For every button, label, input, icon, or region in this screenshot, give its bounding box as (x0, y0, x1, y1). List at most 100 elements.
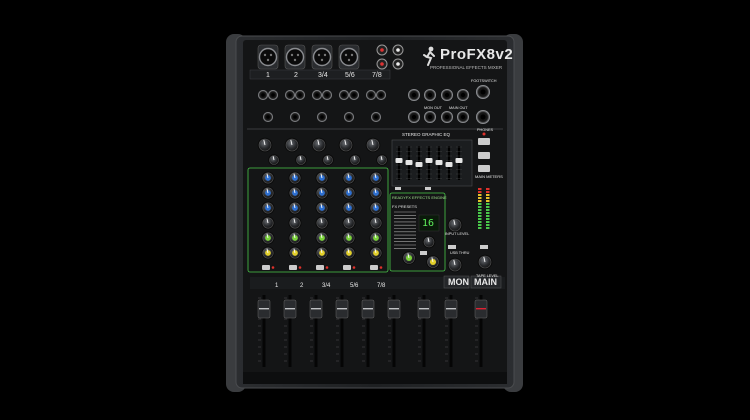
fx-engine-title: READYFX EFFECTS ENGINE (392, 195, 447, 200)
xlr-jack-1[interactable] (258, 47, 278, 67)
line-input-jack-b-4-hole[interactable] (379, 93, 383, 97)
return-jack-3-hole[interactable] (460, 114, 466, 120)
rca-center (396, 48, 400, 52)
xlr-pin (266, 58, 270, 62)
xlr-jack-2[interactable] (285, 47, 305, 67)
mode-button-2[interactable] (478, 165, 490, 172)
fader-cap-line-6[interactable] (419, 308, 429, 310)
meter-led-left-13 (478, 227, 482, 229)
line-input-jack-a-2-hole[interactable] (315, 93, 319, 97)
xlr-pin (344, 53, 348, 57)
line-input-jack-a-3-hole[interactable] (342, 93, 346, 97)
fader-label-mon: MON (448, 277, 469, 287)
channel-number-3-4: 3/4 (318, 72, 328, 79)
xlr-pin (293, 58, 297, 62)
phantom-button[interactable] (478, 138, 490, 145)
fader-label-1: 1 (275, 283, 279, 289)
return-jack-2-hole[interactable] (444, 114, 450, 120)
fader-cap-line-0[interactable] (259, 308, 269, 310)
output-jack-1-hole[interactable] (427, 92, 433, 98)
meter-led-right-2 (486, 194, 490, 196)
fader-label-main: MAIN (474, 277, 497, 287)
mute-button-4[interactable] (370, 265, 378, 270)
meter-led-right-6 (486, 206, 490, 208)
fader-cap-line-4[interactable] (363, 308, 373, 310)
fader-label-7-8: 7/8 (377, 283, 386, 289)
insert-jack-4-hole[interactable] (374, 115, 378, 119)
fader-cap-line-7[interactable] (446, 308, 456, 310)
xlr-pin (296, 53, 300, 57)
line-input-jack-a-1-hole[interactable] (288, 93, 292, 97)
brand-logo-icon (423, 46, 437, 66)
line-input-jack-b-2-hole[interactable] (325, 93, 329, 97)
mon-out-label: MON OUT (424, 106, 442, 110)
rca-center (380, 62, 384, 66)
geq-button[interactable] (425, 187, 431, 190)
xlr-pin (323, 53, 327, 57)
fader-cap-line-8[interactable] (476, 308, 486, 310)
fader-cap-line-2[interactable] (311, 308, 321, 310)
geq-fader-cap-2[interactable] (415, 162, 423, 167)
line-input-jack-b-0-hole[interactable] (271, 93, 275, 97)
fx-mute-button[interactable] (420, 251, 427, 255)
meter-led-left-10 (478, 218, 482, 220)
line-input-jack-a-4-hole[interactable] (369, 93, 373, 97)
xlr-jack-3[interactable] (312, 47, 332, 67)
input-level-label: INPUT LEVEL (445, 232, 470, 236)
mixer-photo (226, 34, 523, 392)
channel-number-2: 2 (294, 72, 298, 79)
main-out-label: MAIN OUT (449, 106, 468, 110)
meter-led-right-9 (486, 215, 490, 217)
channel-number-5-6: 5/6 (345, 72, 355, 79)
mode-button[interactable] (478, 152, 490, 159)
insert-jack-2-hole[interactable] (320, 115, 324, 119)
geq-fader-cap-0[interactable] (395, 158, 403, 163)
geq-fader-cap-6[interactable] (455, 158, 463, 163)
output-jack-2-hole[interactable] (444, 92, 450, 98)
usb-thru-label: USB THRU (450, 251, 470, 255)
xlr-pin (290, 53, 294, 57)
main-meters-title: MAIN METERS (475, 174, 503, 179)
rca-center (380, 48, 384, 52)
geq-fader-cap-5[interactable] (445, 162, 453, 167)
mute-button-2[interactable] (316, 265, 324, 270)
break-button[interactable] (480, 245, 488, 249)
geq-fader-cap-3[interactable] (425, 158, 433, 163)
meter-led-right-3 (486, 197, 490, 199)
meter-led-right-0 (486, 188, 490, 190)
mute-button-0[interactable] (262, 265, 270, 270)
fader-cap-line-5[interactable] (389, 308, 399, 310)
line-input-jack-b-1-hole[interactable] (298, 93, 302, 97)
fader-label-2: 2 (300, 283, 304, 289)
phones-label: PHONES (477, 128, 494, 132)
phones-jack-hole[interactable] (480, 114, 486, 120)
fader-cap-line-1[interactable] (285, 308, 295, 310)
meter-led-left-3 (478, 197, 482, 199)
insert-jack-1-hole[interactable] (293, 115, 297, 119)
insert-jack-3-hole[interactable] (347, 115, 351, 119)
return-jack-0-hole[interactable] (411, 114, 417, 120)
mute-button-3[interactable] (343, 265, 351, 270)
line-input-jack-a-0-hole[interactable] (261, 93, 265, 97)
geq-fader-cap-1[interactable] (405, 160, 413, 165)
insert-jack-0-hole[interactable] (266, 115, 270, 119)
meter-led-left-2 (478, 194, 482, 196)
footswitch-jack-hole[interactable] (480, 89, 486, 95)
geq-fader-cap-4[interactable] (435, 160, 443, 165)
output-jack-0-hole[interactable] (411, 92, 417, 98)
meter-led-left-7 (478, 209, 482, 211)
geq-button[interactable] (395, 187, 401, 190)
channel-number-1: 1 (266, 72, 270, 79)
fader-cap-line-3[interactable] (337, 308, 347, 310)
mute-button-1[interactable] (289, 265, 297, 270)
usb-thru-button[interactable] (448, 245, 456, 249)
output-jack-3-hole[interactable] (460, 92, 466, 98)
return-jack-1-hole[interactable] (427, 114, 433, 120)
mute-led-3 (352, 266, 356, 269)
line-input-jack-b-3-hole[interactable] (352, 93, 356, 97)
xlr-pin (269, 53, 273, 57)
meter-led-left-8 (478, 212, 482, 214)
phantom-led (482, 132, 486, 136)
xlr-jack-4[interactable] (339, 47, 359, 67)
front-lip (243, 372, 507, 384)
